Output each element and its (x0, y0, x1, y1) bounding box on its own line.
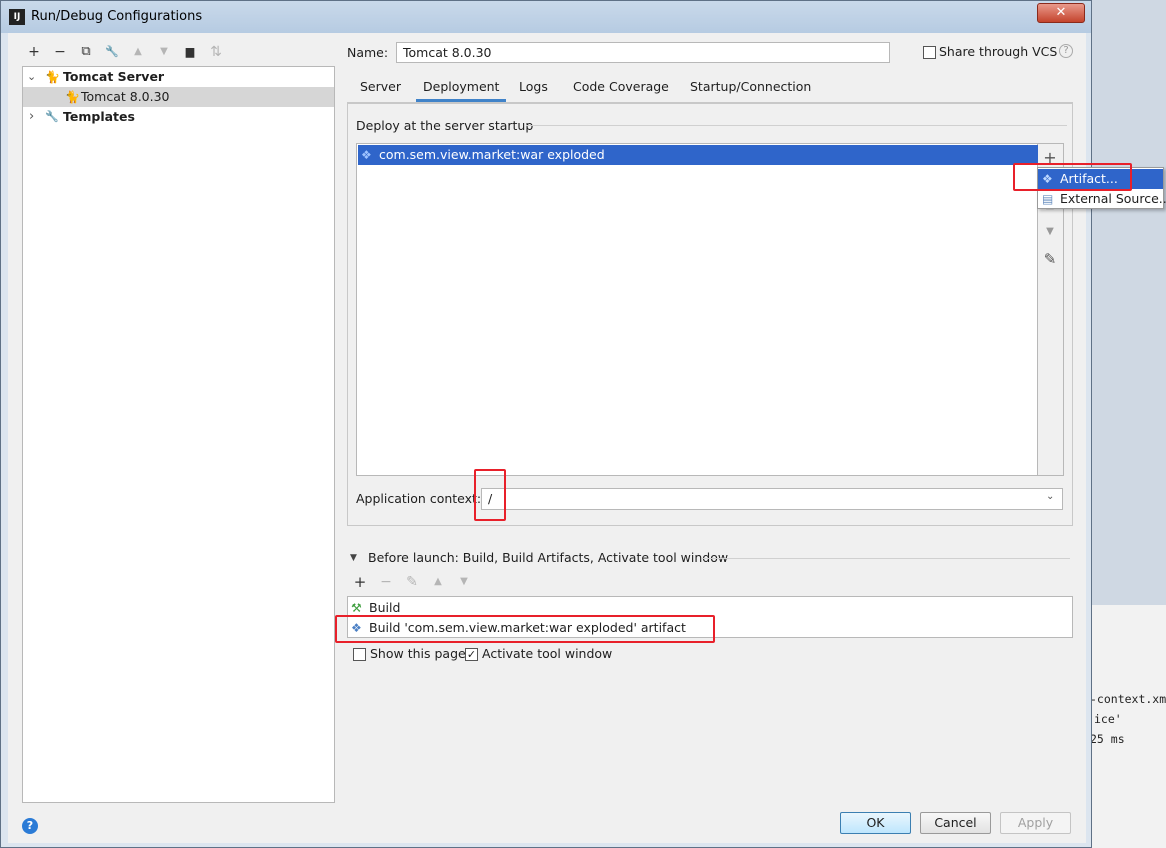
tree-item-templates[interactable]: › 🔧 Templates (23, 107, 334, 127)
menu-item-external-source[interactable]: ▤ External Source... (1038, 189, 1166, 209)
move-up-icon[interactable]: ▲ (128, 42, 148, 62)
tree-item-tomcat-8[interactable]: 🐈 Tomcat 8.0.30 (23, 87, 334, 107)
collapse-triangle-icon[interactable]: ▼ (350, 553, 357, 563)
tomcat-icon: 🐈 (45, 70, 60, 84)
before-launch-title: Before launch: Build, Build Artifacts, A… (368, 550, 729, 565)
document-icon: ▤ (1042, 192, 1054, 206)
show-page-checkbox[interactable] (353, 648, 366, 661)
dialog-content: + − ⧉ 🔧 ▲ ▼ ▆ ⇅ ⌄ 🐈 Tomcat Server 🐈 Tomc… (8, 33, 1086, 843)
close-button[interactable]: ✕ (1037, 3, 1085, 23)
show-page-label: Show this page (370, 646, 466, 661)
app-context-field[interactable]: / (481, 488, 1063, 510)
window-title: Run/Debug Configurations (31, 9, 203, 24)
remove-icon[interactable]: − (376, 572, 396, 592)
highlight-box (474, 469, 506, 521)
move-down-icon[interactable]: ▼ (1038, 226, 1062, 237)
remove-icon[interactable]: − (50, 42, 70, 62)
move-down-icon[interactable]: ▼ (454, 572, 474, 592)
tree-item-label: Templates (63, 109, 135, 124)
add-icon[interactable]: + (350, 572, 370, 592)
copy-icon[interactable]: ⧉ (76, 42, 96, 62)
background-code-line: ice' (1094, 712, 1122, 726)
cancel-button[interactable]: Cancel (920, 812, 991, 834)
ok-button[interactable]: OK (840, 812, 911, 834)
name-label: Name: (347, 45, 389, 60)
folder-icon[interactable]: ▆ (180, 42, 200, 62)
background-ide: -context.xm ice' 25 ms (1090, 0, 1166, 848)
highlight-box (335, 615, 715, 643)
help-button[interactable]: ? (22, 818, 38, 834)
name-field[interactable]: Tomcat 8.0.30 (396, 42, 890, 63)
help-icon[interactable]: ? (1059, 44, 1073, 58)
move-down-icon[interactable]: ▼ (154, 42, 174, 62)
add-icon[interactable]: + (24, 42, 44, 62)
sort-icon[interactable]: ⇅ (206, 42, 226, 62)
share-vcs-checkbox[interactable] (923, 46, 936, 59)
intellij-icon: IJ (9, 9, 25, 25)
artifact-icon: ❖ (361, 148, 372, 162)
section-divider (702, 558, 1070, 559)
tab-deployment[interactable]: Deployment (416, 80, 507, 102)
tree-item-label: Tomcat 8.0.30 (81, 89, 170, 104)
share-vcs-label: Share through VCS (939, 44, 1058, 59)
tree-item-tomcat-server[interactable]: ⌄ 🐈 Tomcat Server (23, 67, 334, 87)
deploy-section-title: Deploy at the server startup (356, 118, 534, 133)
tomcat-icon: 🐈 (65, 90, 80, 104)
highlight-box (1013, 163, 1132, 191)
edit-icon[interactable]: ✎ (402, 572, 422, 592)
wrench-icon[interactable]: 🔧 (102, 42, 122, 62)
app-context-label: Application context: (356, 491, 482, 506)
run-debug-dialog: IJ Run/Debug Configurations ✕ + − ⧉ 🔧 ▲ … (0, 0, 1092, 848)
apply-button[interactable]: Apply (1000, 812, 1071, 834)
move-up-icon[interactable]: ▲ (428, 572, 448, 592)
activate-tool-window-checkbox[interactable]: ✓ (465, 648, 478, 661)
tab-code-coverage[interactable]: Code Coverage (573, 80, 669, 102)
list-item-label: com.sem.view.market:war exploded (379, 147, 605, 162)
activate-tool-window-label: Activate tool window (482, 646, 613, 661)
list-item[interactable]: ❖ com.sem.view.market:war exploded (358, 145, 1038, 165)
tree-item-label: Tomcat Server (63, 69, 165, 84)
deploy-list[interactable]: ❖ com.sem.view.market:war exploded (356, 143, 1038, 476)
menu-item-label: External Source... (1060, 191, 1166, 206)
background-code-line: -context.xm (1090, 692, 1166, 706)
wrench-icon: 🔧 (45, 110, 59, 123)
chevron-right-icon[interactable]: › (29, 107, 34, 127)
tab-server[interactable]: Server (360, 80, 401, 102)
background-code-line: 25 ms (1090, 732, 1125, 746)
tab-startup-connection[interactable]: Startup/Connection (690, 80, 811, 102)
edit-icon[interactable]: ✎ (1038, 250, 1062, 268)
title-bar[interactable]: IJ Run/Debug Configurations ✕ (1, 1, 1091, 33)
section-divider (526, 125, 1067, 126)
chevron-down-icon[interactable]: ⌄ (1046, 491, 1054, 502)
chevron-down-icon[interactable]: ⌄ (27, 67, 36, 87)
tab-logs[interactable]: Logs (519, 80, 548, 102)
configuration-tree: ⌄ 🐈 Tomcat Server 🐈 Tomcat 8.0.30 › 🔧 Te… (22, 66, 335, 803)
background-panel (1090, 605, 1166, 848)
